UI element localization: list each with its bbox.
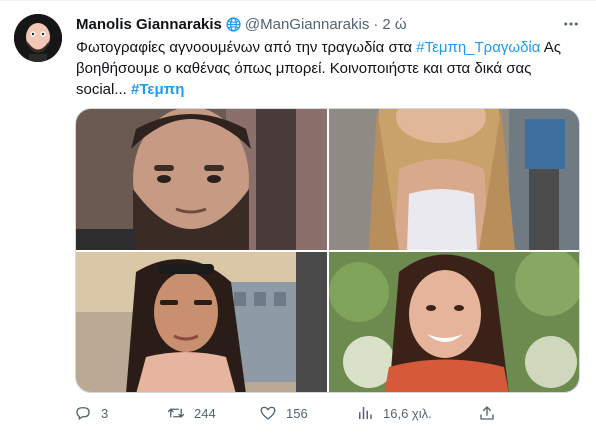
photo-1[interactable]: [76, 109, 327, 250]
tweet-actions: 3 244 156 16,6 χιλ.: [74, 402, 504, 424]
author-name[interactable]: Manolis Giannarakis: [76, 16, 222, 33]
like-button[interactable]: 156: [259, 402, 308, 424]
tweet-text: Φωτογραφίες αγνοουμένων από την τραγωδία…: [76, 37, 581, 100]
hashtag-link[interactable]: #Τεμπη: [131, 81, 184, 98]
reply-count: 3: [101, 405, 109, 421]
retweet-icon: [167, 408, 185, 418]
hashtag-link[interactable]: #Τεμπη_Τραγωδία: [416, 39, 540, 56]
like-count: 156: [286, 405, 308, 421]
retweet-button[interactable]: 244: [167, 402, 216, 424]
heart-icon: [260, 406, 276, 420]
avatar-image: [14, 14, 62, 62]
photo-4[interactable]: [329, 252, 579, 392]
views-button[interactable]: 16,6 χιλ.: [356, 402, 432, 424]
tweet-card[interactable]: Manolis Giannarakis @ManGiannarakis · 2 …: [0, 0, 596, 438]
views-chart-icon: [359, 407, 372, 419]
views-count: 16,6 χιλ.: [383, 405, 432, 421]
share-button[interactable]: [478, 402, 505, 424]
globe-badge-icon: [225, 16, 242, 33]
tweet-header: Manolis Giannarakis @ManGiannarakis · 2 …: [76, 15, 407, 33]
retweet-count: 244: [194, 405, 216, 421]
avatar[interactable]: [14, 14, 62, 62]
more-dots-icon[interactable]: [560, 13, 582, 35]
reply-icon: [76, 407, 90, 420]
tweet-time[interactable]: 2 ώ: [382, 16, 406, 33]
tweet-text-part1: Φωτογραφίες αγνοουμένων από την τραγωδία…: [76, 39, 417, 56]
separator-dot: ·: [373, 15, 379, 33]
photo-2[interactable]: [329, 109, 579, 250]
share-icon: [480, 406, 494, 420]
media-grid: [75, 108, 580, 393]
author-handle[interactable]: @ManGiannarakis: [245, 16, 369, 33]
photo-3[interactable]: [76, 252, 327, 392]
reply-button[interactable]: 3: [74, 402, 108, 424]
